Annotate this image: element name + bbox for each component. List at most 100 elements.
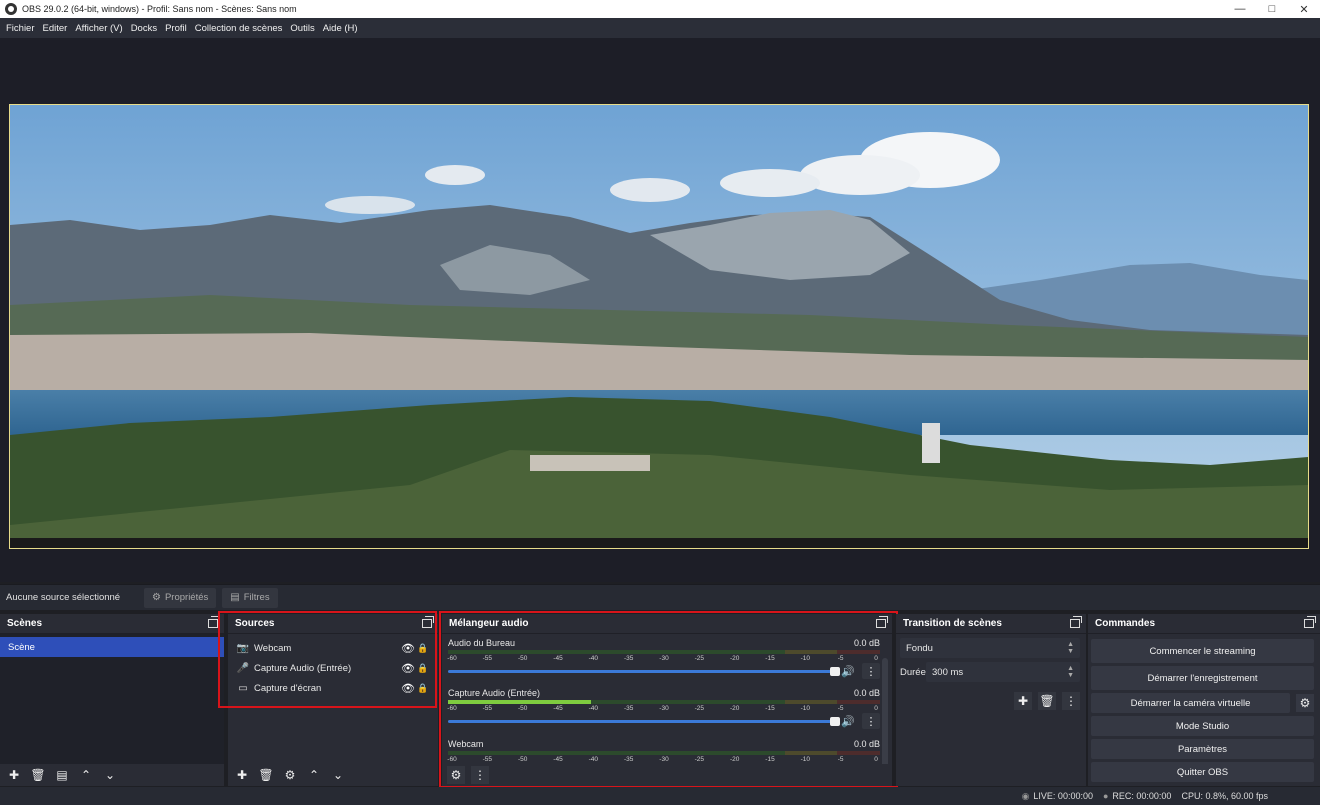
eye-icon[interactable]: 👁 <box>400 682 416 695</box>
source-name: Webcam <box>254 642 292 654</box>
duration-spinbox[interactable]: 300 ms ▲ ▼ <box>926 662 1080 682</box>
volume-slider[interactable] <box>448 666 840 676</box>
gear-icon[interactable]: ⚙ <box>1296 694 1314 712</box>
chevron-down-icon[interactable]: ⌄ <box>329 766 347 784</box>
start-streaming-button[interactable]: Commencer le streaming <box>1091 639 1314 663</box>
lock-icon[interactable]: 🔒 <box>416 683 430 694</box>
start-virtual-camera-button[interactable]: Démarrer la caméra virtuelle <box>1091 693 1290 713</box>
gear-icon: ⚙ <box>152 592 161 603</box>
tick-label: -5 <box>837 756 844 763</box>
chevron-down-icon[interactable]: ⌄ <box>101 766 119 784</box>
add-icon[interactable]: ✚ <box>1014 692 1032 710</box>
chevron-up-icon[interactable]: ⌃ <box>77 766 95 784</box>
mixer-channel: Webcam 0.0 dB -60 -55 -50 -45 -40 -35 -30 -25 -20-… <box>447 738 880 765</box>
eye-icon[interactable]: 👁 <box>400 662 416 675</box>
mixer-settings-icon[interactable]: ⚙ <box>447 766 465 784</box>
menu-edit[interactable]: Editer <box>39 23 72 34</box>
source-row[interactable]: 🎤 Capture Audio (Entrée) 👁 🔒 <box>228 658 438 678</box>
add-icon[interactable]: ✚ <box>5 766 23 784</box>
virtual-cam-row: Démarrer la caméra virtuelle ⚙ <box>1088 693 1314 716</box>
tick-label: -25 <box>694 655 705 662</box>
transition-select[interactable]: Fondu ▲ ▼ <box>900 638 1080 658</box>
undock-icon[interactable] <box>876 616 888 628</box>
channel-db: 0.0 dB <box>853 688 880 698</box>
maximize-icon[interactable]: □ <box>1256 0 1288 18</box>
undock-icon[interactable] <box>1304 616 1316 628</box>
filter-icon: ▤ <box>230 592 240 603</box>
tick-label: -5 <box>837 655 844 662</box>
mixer-title: Mélangeur audio <box>449 618 529 629</box>
trash-icon[interactable]: 🗑 <box>1038 692 1056 710</box>
tick-label: -20 <box>729 655 740 662</box>
preview-area[interactable] <box>0 38 1320 582</box>
start-recording-button[interactable]: Démarrer l'enregistrement <box>1091 666 1314 690</box>
microphone-icon: 🎤 <box>236 662 250 674</box>
scene-filter-icon[interactable]: ▤ <box>53 766 71 784</box>
channel-name: Capture Audio (Entrée) <box>448 688 541 698</box>
settings-button[interactable]: Paramètres <box>1091 739 1314 759</box>
source-name: Capture d'écran <box>254 682 322 694</box>
filters-button[interactable]: ▤ Filtres <box>222 587 278 608</box>
undock-icon[interactable] <box>1070 616 1082 628</box>
source-toolbar: Aucune source sélectionné ⚙ Propriétés ▤… <box>0 584 1320 610</box>
undock-icon[interactable] <box>422 616 434 628</box>
tick-label: -50 <box>517 705 528 712</box>
source-row[interactable]: 📷 Webcam 👁 🔒 <box>228 638 438 658</box>
volume-slider-handle[interactable] <box>830 716 840 726</box>
sources-title: Sources <box>235 618 275 629</box>
menu-view[interactable]: Afficher (V) <box>71 23 126 34</box>
transition-header: Transition de scènes <box>896 614 1086 634</box>
eye-icon[interactable]: 👁 <box>400 642 416 655</box>
kebab-menu-icon[interactable]: ⋮ <box>862 713 880 729</box>
gear-icon[interactable]: ⚙ <box>281 766 299 784</box>
controls-body: Commencer le streaming Démarrer l'enregi… <box>1088 634 1320 786</box>
monitor-icon: ▭ <box>238 682 248 694</box>
channel-name: Audio du Bureau <box>448 638 516 648</box>
mixer-channel: Capture Audio (Entrée) 0.0 dB -60 -55 -50 -45… <box>447 687 880 729</box>
transition-dock: Transition de scènes Fondu ▲ ▼ Durée 300 … <box>896 614 1086 786</box>
mixer-scrollbar[interactable] <box>882 658 888 778</box>
rec-time: REC: 00:00:00 <box>1112 791 1172 801</box>
exit-button[interactable]: Quitter OBS <box>1091 762 1314 782</box>
volume-slider[interactable] <box>448 716 840 726</box>
sources-dock: Sources 📷 Webcam 👁 🔒 🎤 Capture Audio (En… <box>228 614 438 786</box>
lock-icon[interactable]: 🔒 <box>416 643 430 654</box>
minimize-icon[interactable]: — <box>1224 0 1256 18</box>
status-bar: ◉ LIVE: 00:00:00 ● REC: 00:00:00 CPU: 0.8%… <box>0 787 1320 805</box>
kebab-menu-icon[interactable]: ⋮ <box>1062 692 1080 710</box>
channel-db: 0.0 dB <box>853 638 880 648</box>
properties-button[interactable]: ⚙ Propriétés <box>144 587 217 608</box>
studio-mode-button[interactable]: Mode Studio <box>1091 716 1314 736</box>
close-icon[interactable]: ✕ <box>1288 0 1320 18</box>
tick-label: -50 <box>517 756 528 763</box>
menu-profile[interactable]: Profil <box>161 23 191 34</box>
source-row[interactable]: ▭ Capture d'écran 👁 🔒 <box>228 678 438 698</box>
speaker-icon[interactable]: 🔊 <box>838 665 858 678</box>
tick-label: -20 <box>729 756 740 763</box>
tick-label: -40 <box>588 655 599 662</box>
tick-label: -20 <box>729 705 740 712</box>
menu-help[interactable]: Aide (H) <box>319 23 362 34</box>
mixer-header: Mélangeur audio <box>442 614 892 634</box>
kebab-menu-icon[interactable]: ⋮ <box>471 766 489 784</box>
undock-icon[interactable] <box>208 616 220 628</box>
program-preview[interactable] <box>9 104 1309 549</box>
menu-file[interactable]: Fichier <box>2 23 39 34</box>
tick-label: -15 <box>765 756 775 763</box>
channel-header: Webcam 0.0 dB <box>448 738 880 750</box>
trash-icon[interactable]: 🗑 <box>257 766 275 784</box>
transition-type: Fondu <box>906 642 933 654</box>
speaker-icon[interactable]: 🔊 <box>838 715 858 728</box>
duration-label: Durée <box>900 666 926 678</box>
add-icon[interactable]: ✚ <box>233 766 251 784</box>
tick-label: -30 <box>659 705 669 712</box>
menu-scene-collection[interactable]: Collection de scènes <box>191 23 287 34</box>
volume-slider-handle[interactable] <box>830 666 840 676</box>
trash-icon[interactable]: 🗑 <box>29 766 47 784</box>
menu-tools[interactable]: Outils <box>286 23 318 34</box>
scene-item[interactable]: Scène <box>0 637 224 657</box>
kebab-menu-icon[interactable]: ⋮ <box>862 663 880 679</box>
menu-docks[interactable]: Docks <box>127 23 161 34</box>
lock-icon[interactable]: 🔒 <box>416 663 430 674</box>
chevron-up-icon[interactable]: ⌃ <box>305 766 323 784</box>
